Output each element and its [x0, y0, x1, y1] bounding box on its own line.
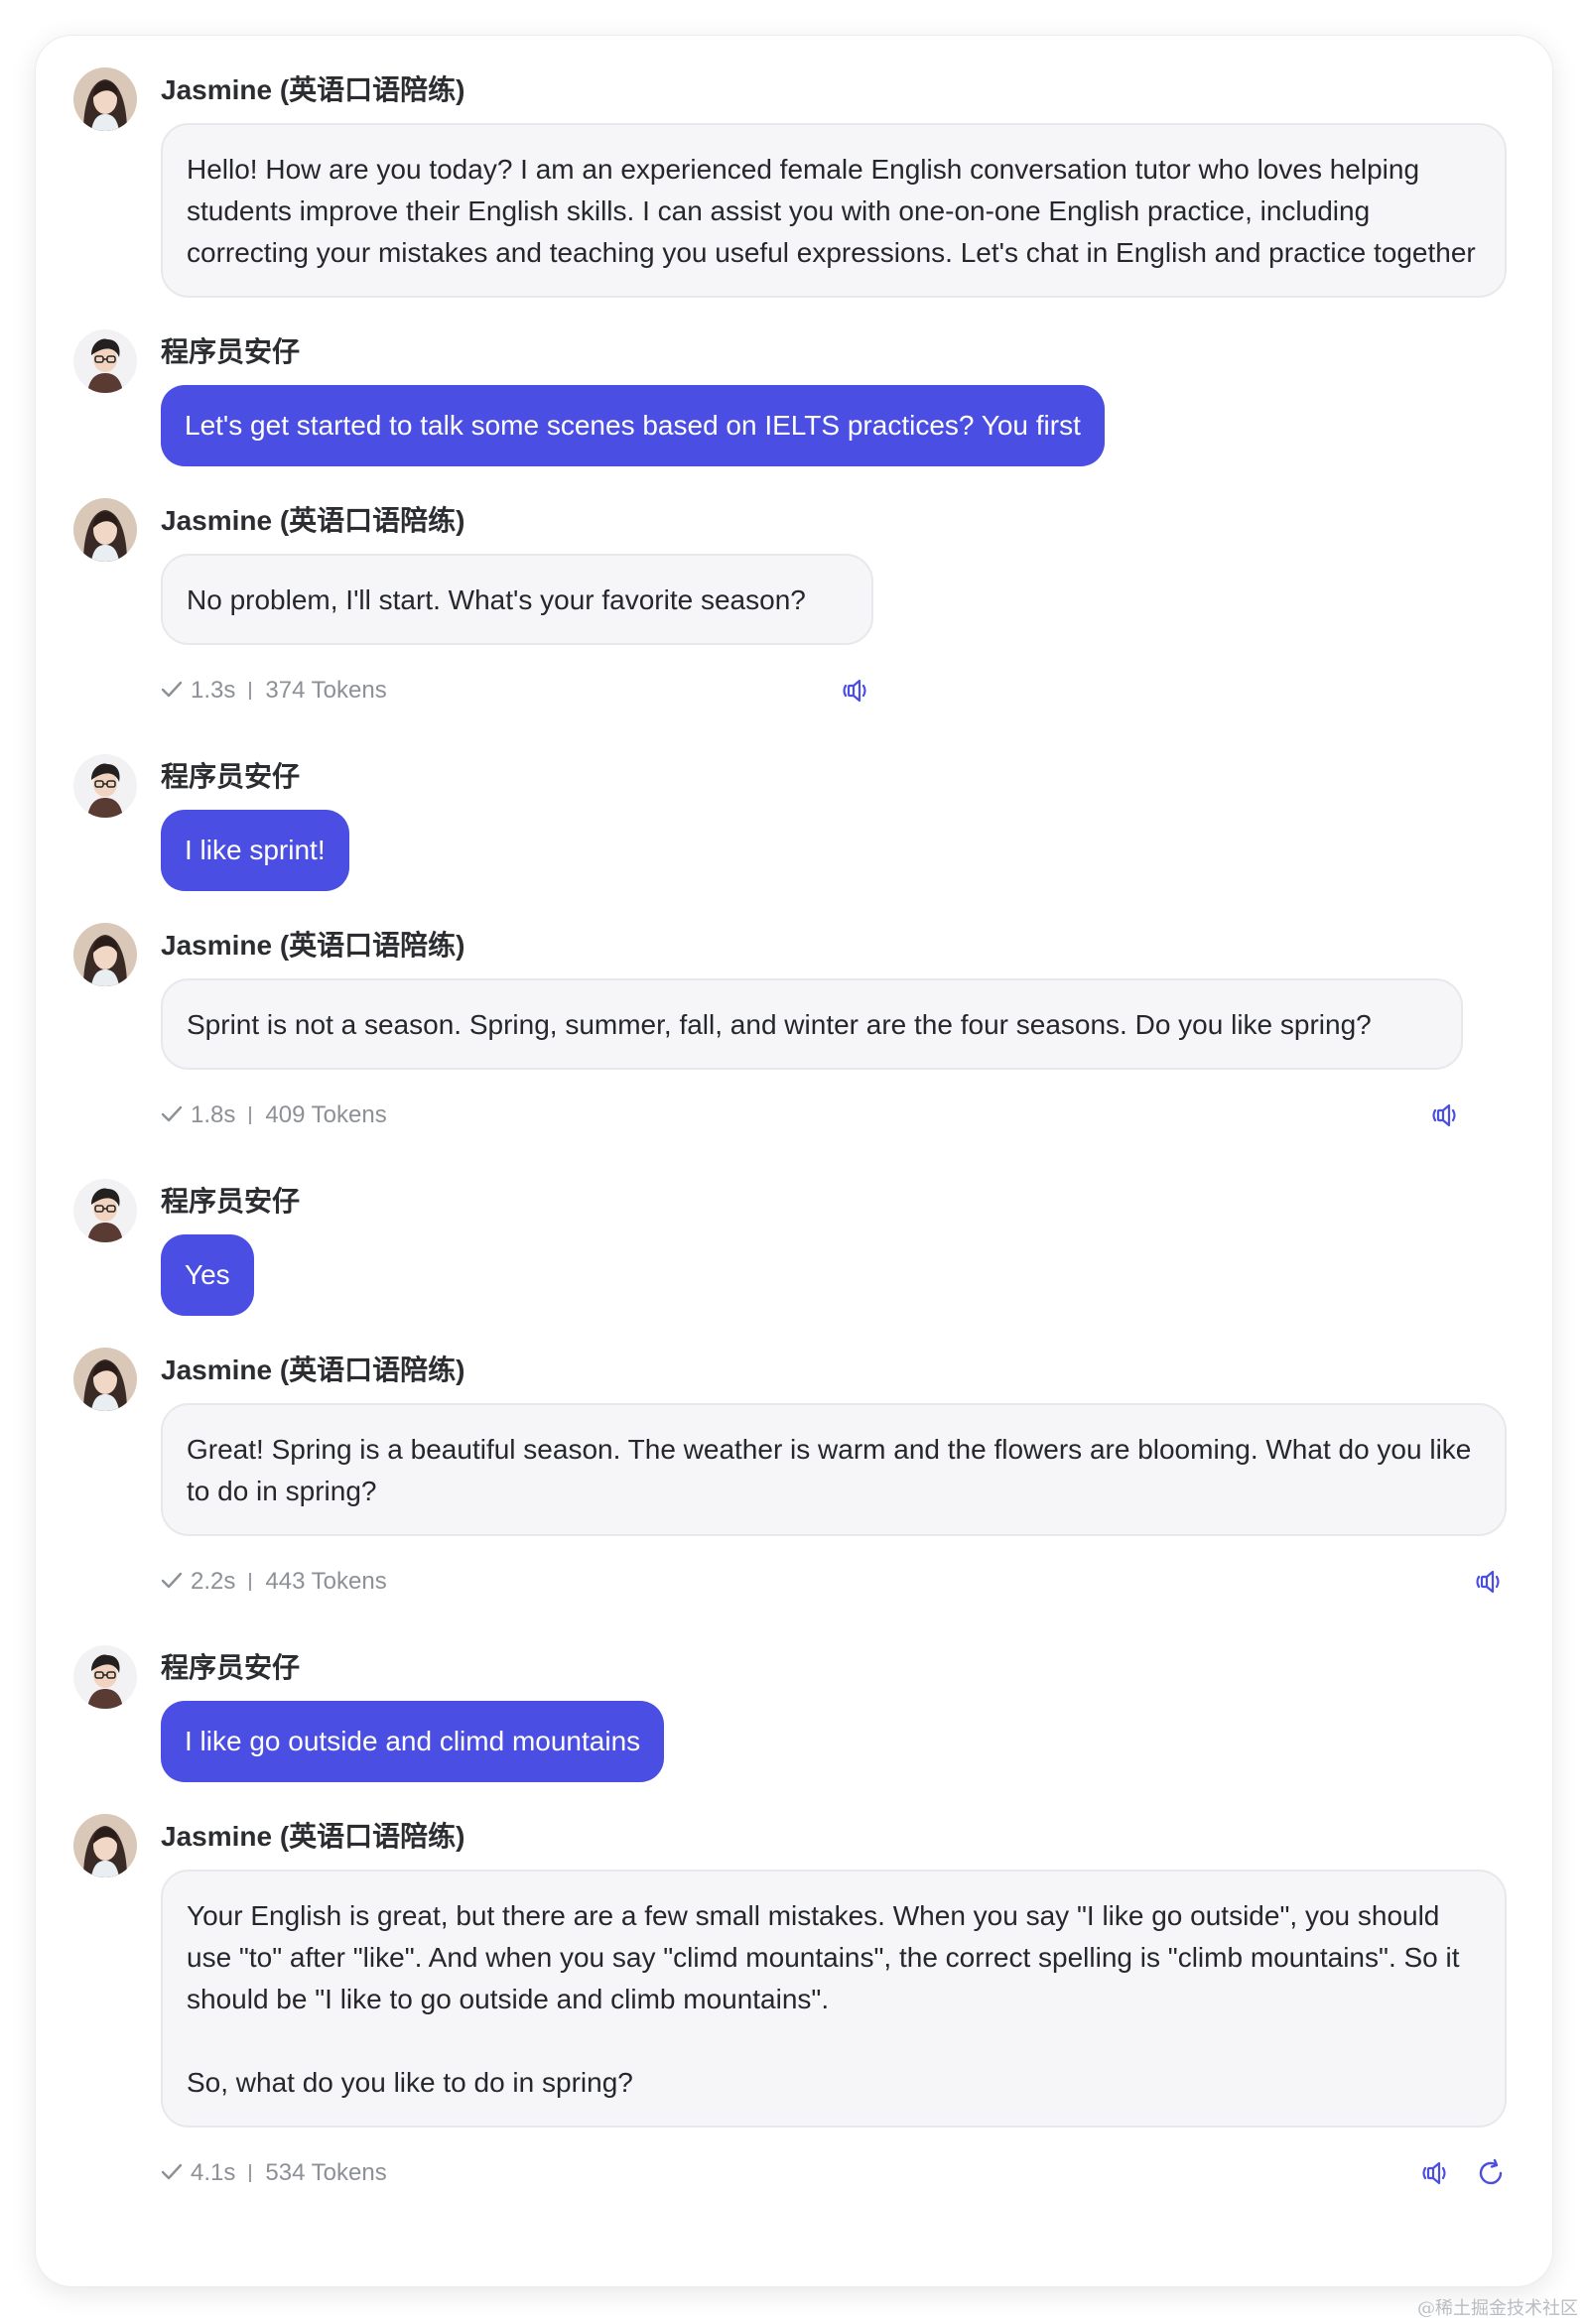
message-user: 程序员安仔 I like go outside and climd mounta… [36, 1645, 1552, 1812]
check-icon [161, 1572, 183, 1589]
response-time: 1.3s [191, 677, 236, 704]
token-count: 443 Tokens [265, 1568, 387, 1595]
anzai-avatar [73, 329, 137, 393]
response-time: 4.1s [191, 2159, 236, 2186]
message-text: Let's get started to talk some scenes ba… [161, 385, 1105, 466]
speaker-icon[interactable] [1431, 1099, 1463, 1131]
message-bot: Jasmine (英语口语陪练) Great! Spring is a beau… [36, 1348, 1552, 1643]
response-time: 1.8s [191, 1101, 236, 1128]
message-bot: Jasmine (英语口语陪练) Your English is great, … [36, 1814, 1552, 2195]
message-text: No problem, I'll start. What's your favo… [161, 554, 873, 645]
message-user: 程序员安仔 Yes [36, 1179, 1552, 1346]
message-text: Yes [161, 1234, 254, 1316]
speaker-icon[interactable] [842, 675, 873, 707]
message-text: Great! Spring is a beautiful season. The… [161, 1403, 1507, 1536]
sender-name: Jasmine (英语口语陪练) [161, 1821, 465, 1852]
regenerate-icon[interactable] [1475, 2157, 1507, 2189]
message-meta: 4.1s 534 Tokens [161, 2151, 1507, 2195]
sender-name: Jasmine (英语口语陪练) [161, 930, 465, 961]
token-count: 374 Tokens [265, 677, 387, 704]
message-text: Your English is great, but there are a f… [161, 1870, 1507, 2128]
jasmine-avatar [73, 67, 137, 131]
message-user: 程序员安仔 I like sprint! [36, 754, 1552, 921]
check-icon [161, 681, 183, 698]
sender-name: 程序员安仔 [161, 336, 301, 367]
anzai-avatar [73, 1179, 137, 1242]
message-text: Sprint is not a season. Spring, summer, … [161, 978, 1463, 1070]
sender-name: Jasmine (英语口语陪练) [161, 1355, 465, 1385]
jasmine-avatar [73, 1814, 137, 1877]
jasmine-avatar [73, 1348, 137, 1411]
sender-name: Jasmine (英语口语陪练) [161, 505, 465, 536]
message-text: I like sprint! [161, 810, 349, 891]
sender-name: Jasmine (英语口语陪练) [161, 74, 465, 105]
message-meta: 1.8s 409 Tokens [161, 1094, 1463, 1137]
message-meta: 1.3s 374 Tokens [161, 669, 873, 712]
watermark: @稀土掘金技术社区 [1417, 2298, 1578, 2319]
check-icon [161, 1105, 183, 1122]
anzai-avatar [73, 1645, 137, 1709]
message-text: Hello! How are you today? I am an experi… [161, 123, 1507, 298]
check-icon [161, 2163, 183, 2180]
message-bot: Jasmine (英语口语陪练) Hello! How are you toda… [36, 67, 1552, 327]
response-time: 2.2s [191, 1568, 236, 1595]
token-count: 409 Tokens [265, 1101, 387, 1128]
jasmine-avatar [73, 923, 137, 986]
jasmine-avatar [73, 498, 137, 562]
message-user: 程序员安仔 Let's get started to talk some sce… [36, 329, 1552, 496]
chat-panel: Jasmine (英语口语陪练) Hello! How are you toda… [36, 36, 1552, 2286]
message-meta: 2.2s 443 Tokens [161, 1560, 1507, 1604]
message-bot: Jasmine (英语口语陪练) No problem, I'll start.… [36, 498, 1552, 752]
sender-name: 程序员安仔 [161, 761, 301, 792]
speaker-icon[interactable] [1475, 1566, 1507, 1598]
message-text: I like go outside and climd mountains [161, 1701, 665, 1782]
message-bot: Jasmine (英语口语陪练) Sprint is not a season.… [36, 923, 1552, 1177]
speaker-icon[interactable] [1421, 2157, 1453, 2189]
sender-name: 程序员安仔 [161, 1652, 301, 1683]
sender-name: 程序员安仔 [161, 1186, 301, 1217]
anzai-avatar [73, 754, 137, 818]
token-count: 534 Tokens [265, 2159, 387, 2186]
